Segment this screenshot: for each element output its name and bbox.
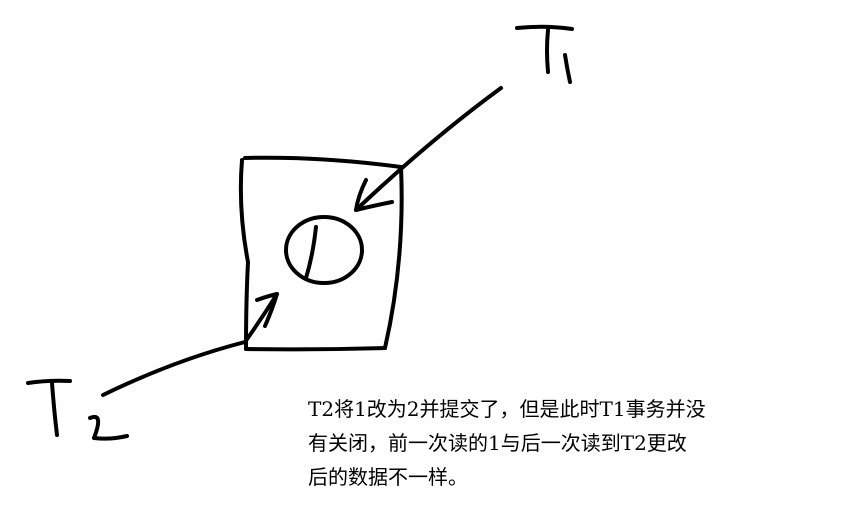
t1-label-text: T1	[520, 20, 532, 31]
caption-line-1: T2将1改为2并提交了，但是此时T1事务并没	[308, 397, 706, 421]
caption-line-2: 有关闭，前一次读的1与后一次读到T2更改	[308, 431, 687, 455]
caption-text: T2将1改为2并提交了，但是此时T1事务并没 有关闭，前一次读的1与后一次读到T…	[308, 392, 828, 494]
t2-write-arrow	[101, 292, 279, 397]
cell-value-text: 1	[320, 240, 326, 251]
t1-read-arrow	[354, 86, 503, 212]
t1-handwritten-label	[515, 24, 574, 84]
data-cell-box	[238, 155, 404, 352]
caption-line-3: 后的数据不一样。	[308, 465, 468, 489]
t2-label-text: T2	[30, 370, 42, 381]
